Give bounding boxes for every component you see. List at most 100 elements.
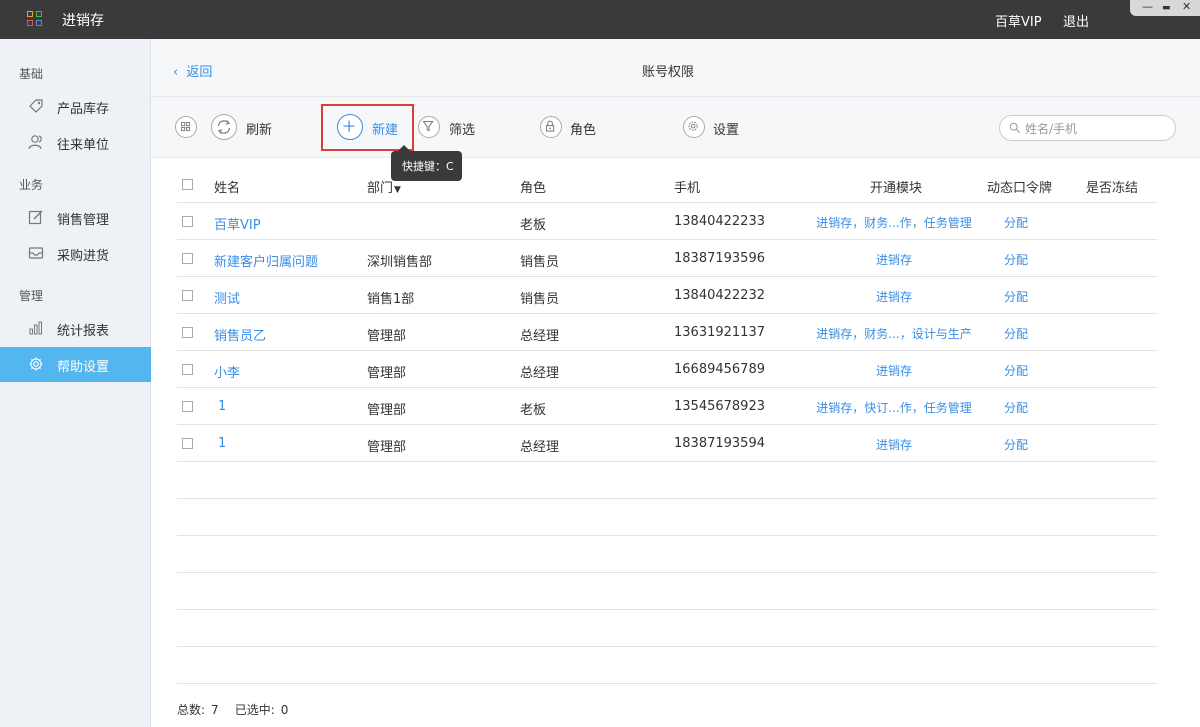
settings-button[interactable]: 设置 bbox=[683, 115, 753, 141]
sidebar-item-label: 往来单位 bbox=[57, 138, 110, 153]
sidebar: 基础 产品库存 往来单位 业务 销售管理 采购进货 管理 统计报表 帮助设置 bbox=[0, 39, 151, 727]
assign-token-link[interactable]: 分配 bbox=[987, 399, 1045, 416]
select-all-checkbox[interactable] bbox=[182, 179, 193, 190]
user-name-link[interactable]: 测试 bbox=[214, 288, 240, 307]
title-bar: 进销存 百草VIP 退出 — ▬ ✕ bbox=[0, 0, 1200, 39]
lock-icon bbox=[545, 120, 555, 132]
assign-token-link[interactable]: 分配 bbox=[987, 362, 1045, 379]
row-checkbox[interactable] bbox=[182, 216, 193, 227]
empty-row bbox=[177, 573, 1157, 610]
sidebar-item-label: 统计报表 bbox=[57, 324, 110, 339]
logout-button[interactable]: 退出 bbox=[1063, 11, 1089, 30]
row-checkbox[interactable] bbox=[182, 253, 193, 264]
table-row[interactable]: 测试 销售1部 销售员 13840422232 进销存 分配 bbox=[177, 277, 1157, 314]
inbox-icon bbox=[28, 247, 44, 259]
phone-cell: 13840422233 bbox=[674, 214, 765, 229]
total-count: 7 bbox=[211, 703, 219, 717]
table-row[interactable]: 1 管理部 总经理 18387193594 进销存 分配 bbox=[177, 425, 1157, 462]
edit-icon bbox=[28, 210, 43, 225]
search-box[interactable] bbox=[999, 115, 1176, 141]
gear-icon bbox=[688, 121, 698, 131]
role-cell: 销售员 bbox=[520, 292, 560, 307]
empty-row bbox=[177, 536, 1157, 573]
user-name-link[interactable]: 新建客户归属问题 bbox=[214, 251, 318, 270]
user-name-link[interactable]: 百草VIP bbox=[214, 214, 261, 233]
sidebar-section-basic: 基础 bbox=[19, 67, 44, 81]
create-button-highlight bbox=[321, 104, 414, 151]
sidebar-item-reports[interactable]: 统计报表 bbox=[0, 311, 151, 346]
user-name-link[interactable]: 销售员乙 bbox=[214, 325, 266, 344]
grid-view-button[interactable] bbox=[175, 115, 199, 141]
role-cell: 销售员 bbox=[520, 255, 560, 270]
table-row[interactable]: 新建客户归属问题 深圳销售部 销售员 18387193596 进销存 分配 bbox=[177, 240, 1157, 277]
row-checkbox[interactable] bbox=[182, 401, 193, 412]
user-name[interactable]: 百草VIP bbox=[995, 11, 1042, 30]
minimize-button[interactable]: — bbox=[1142, 1, 1153, 13]
filter-icon bbox=[422, 121, 434, 132]
row-checkbox[interactable] bbox=[182, 438, 193, 449]
selected-label: 已选中: bbox=[234, 703, 275, 717]
header-dept[interactable]: 部门▼ bbox=[367, 177, 401, 196]
sidebar-item-purchase[interactable]: 采购进货 bbox=[0, 236, 151, 271]
app-logo-icon bbox=[27, 11, 43, 27]
header-role[interactable]: 角色 bbox=[520, 177, 546, 196]
role-label: 角色 bbox=[570, 123, 597, 138]
phone-cell: 13840422232 bbox=[674, 288, 765, 303]
tag-icon bbox=[29, 99, 43, 113]
modules-link[interactable]: 进销存 bbox=[807, 288, 981, 305]
dept-cell: 深圳销售部 bbox=[367, 255, 433, 270]
sidebar-item-sales[interactable]: 销售管理 bbox=[0, 200, 151, 235]
header-phone[interactable]: 手机 bbox=[674, 177, 700, 196]
assign-token-link[interactable]: 分配 bbox=[987, 214, 1045, 231]
phone-cell: 13545678923 bbox=[674, 399, 765, 414]
modules-link[interactable]: 进销存 bbox=[807, 436, 981, 453]
header-modules[interactable]: 开通模块 bbox=[870, 177, 922, 196]
table-row[interactable]: 1 管理部 老板 13545678923 进销存，快订...作，任务管理 分配 bbox=[177, 388, 1157, 425]
modules-link[interactable]: 进销存，快订...作，任务管理 bbox=[807, 399, 981, 416]
assign-token-link[interactable]: 分配 bbox=[987, 288, 1045, 305]
sidebar-item-help-settings[interactable]: 帮助设置 bbox=[0, 347, 151, 382]
user-name-link[interactable]: 小李 bbox=[214, 362, 240, 381]
row-checkbox[interactable] bbox=[182, 290, 193, 301]
header-token[interactable]: 动态口令牌 bbox=[987, 177, 1052, 196]
table-row[interactable]: 小李 管理部 总经理 16689456789 进销存 分配 bbox=[177, 351, 1157, 388]
row-checkbox[interactable] bbox=[182, 364, 193, 375]
assign-token-link[interactable]: 分配 bbox=[987, 251, 1045, 268]
page-title: 账号权限 bbox=[641, 65, 694, 80]
table-footer: 总数: 7 已选中: 0 bbox=[177, 701, 294, 718]
accounts-table: 姓名 部门▼ 角色 手机 开通模块 动态口令牌 是否冻结 百草VIP 老板 1384… bbox=[177, 166, 1157, 684]
user-name-link[interactable]: 1 bbox=[218, 436, 226, 451]
assign-token-link[interactable]: 分配 bbox=[987, 325, 1045, 342]
maximize-button[interactable]: ▬ bbox=[1162, 2, 1171, 14]
sidebar-section-business: 业务 bbox=[19, 178, 44, 192]
sort-desc-icon: ▼ bbox=[394, 185, 401, 195]
modules-link[interactable]: 进销存，财务...，设计与生产 bbox=[807, 325, 981, 342]
assign-token-link[interactable]: 分配 bbox=[987, 436, 1045, 453]
header-frozen[interactable]: 是否冻结 bbox=[1086, 177, 1138, 196]
dept-cell: 管理部 bbox=[367, 403, 407, 418]
role-cell: 老板 bbox=[520, 403, 547, 418]
modules-link[interactable]: 进销存 bbox=[807, 362, 981, 379]
refresh-label: 刷新 bbox=[246, 123, 273, 138]
modules-link[interactable]: 进销存 bbox=[807, 251, 981, 268]
phone-cell: 18387193594 bbox=[674, 436, 765, 451]
sidebar-item-products[interactable]: 产品库存 bbox=[0, 89, 151, 124]
empty-row bbox=[177, 610, 1157, 647]
header-name[interactable]: 姓名 bbox=[214, 177, 240, 196]
close-button[interactable]: ✕ bbox=[1182, 1, 1191, 13]
filter-button[interactable]: 筛选 bbox=[418, 115, 488, 141]
empty-row bbox=[177, 462, 1157, 499]
user-name-link[interactable]: 1 bbox=[218, 399, 226, 414]
table-row[interactable]: 百草VIP 老板 13840422233 进销存，财务...作，任务管理 分配 bbox=[177, 203, 1157, 240]
sidebar-item-contacts[interactable]: 往来单位 bbox=[0, 125, 151, 160]
grid-icon bbox=[181, 122, 191, 132]
table-row[interactable]: 销售员乙 管理部 总经理 13631921137 进销存，财务...，设计与生产 分配 bbox=[177, 314, 1157, 351]
role-cell: 老板 bbox=[520, 218, 547, 233]
settings-label: 设置 bbox=[713, 123, 740, 138]
refresh-button[interactable]: 刷新 bbox=[211, 114, 281, 141]
search-input[interactable] bbox=[1025, 120, 1165, 137]
row-checkbox[interactable] bbox=[182, 327, 193, 338]
contacts-icon bbox=[28, 135, 42, 150]
modules-link[interactable]: 进销存，财务...作，任务管理 bbox=[807, 214, 981, 231]
role-button[interactable]: 角色 bbox=[540, 115, 610, 141]
